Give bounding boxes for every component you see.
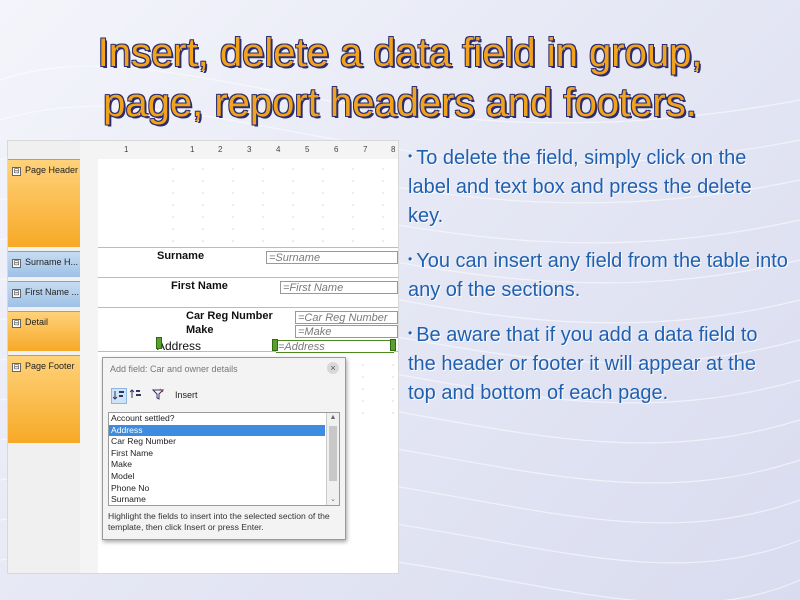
field-list[interactable]: Account settled? Address Car Reg Number … [108, 412, 340, 506]
scroll-thumb[interactable] [329, 426, 337, 481]
ruler-mark: 4 [276, 145, 281, 154]
list-item[interactable]: Surname [109, 494, 325, 505]
grid-dots [158, 163, 398, 243]
scroll-up-icon[interactable]: ▲ [327, 413, 339, 423]
carreg-textbox[interactable]: =Car Reg Number [295, 311, 398, 324]
list-item[interactable]: Account settled? [109, 413, 325, 425]
title-line-2: page, report headers and footers. [103, 81, 697, 125]
section-firstname-header[interactable]: ⊟ First Name ... [8, 281, 80, 307]
bullet-text: Be aware that if you add a data field to… [408, 324, 758, 404]
collapse-toggle-icon[interactable]: ⊟ [12, 319, 21, 328]
collapse-toggle-icon[interactable]: ⊟ [12, 289, 21, 298]
section-surname-header[interactable]: ⊟ Surname H... [8, 251, 80, 277]
surname-textbox[interactable]: =Surname [266, 251, 398, 264]
section-label: Page Header [25, 165, 79, 175]
resize-handle[interactable] [272, 339, 278, 351]
slide-title: Insert, delete a data field in group, pa… [0, 28, 800, 128]
ruler-mark: 2 [218, 145, 223, 154]
list-item-selected[interactable]: Address [109, 424, 325, 437]
bullet-item: • To delete the field, simply click on th… [408, 144, 788, 231]
band-divider [98, 277, 398, 278]
report-designer-screenshot: ⊟ Page Header ⊟ Surname H... ⊟ First Nam… [7, 140, 399, 574]
firstname-label[interactable]: First Name [171, 280, 228, 292]
ruler-mark: 7 [363, 145, 368, 154]
address-textbox[interactable]: =Address [276, 340, 394, 353]
resize-handle[interactable] [156, 337, 162, 349]
grid-dots [348, 359, 398, 419]
bullet-text: To delete the field, simply click on the… [408, 147, 752, 227]
list-item[interactable]: Model [109, 471, 325, 483]
section-label: Detail [25, 317, 49, 327]
firstname-textbox[interactable]: =First Name [280, 281, 398, 294]
resize-handle[interactable] [390, 339, 396, 351]
section-label: Surname H... [25, 257, 79, 267]
add-field-dialog: Add field: Car and owner details × Inser… [102, 357, 346, 540]
list-item[interactable]: Car Reg Number [109, 436, 325, 448]
section-label: First Name ... [25, 287, 80, 297]
band-divider [98, 307, 398, 308]
dialog-title: Add field: Car and owner details [110, 364, 238, 374]
collapse-toggle-icon[interactable]: ⊟ [12, 259, 21, 268]
section-detail[interactable]: ⊟ Detail [8, 311, 80, 351]
sort-ascending-icon[interactable] [111, 388, 127, 404]
surname-label[interactable]: Surname [157, 250, 204, 262]
ruler-mark: 5 [305, 145, 310, 154]
list-scrollbar[interactable]: ▲ ⌄ [326, 413, 339, 505]
bullet-item: • Be aware that if you add a data field t… [408, 321, 788, 408]
list-item[interactable]: Phone No [109, 483, 325, 495]
section-label: Page Footer [25, 361, 75, 371]
collapse-toggle-icon[interactable]: ⊟ [12, 167, 21, 176]
close-icon[interactable]: × [327, 362, 339, 374]
dialog-hint: Highlight the fields to insert into the … [108, 511, 330, 532]
bullet-item: • You can insert any field from the table… [408, 247, 788, 305]
sections-panel: ⊟ Page Header ⊟ Surname H... ⊟ First Nam… [8, 141, 80, 573]
make-label[interactable]: Make [186, 324, 214, 336]
make-textbox[interactable]: =Make [295, 325, 398, 338]
section-page-footer[interactable]: ⊟ Page Footer [8, 355, 80, 443]
bullet-dot-icon: • [408, 326, 413, 340]
horizontal-ruler: 1 1 2 3 4 5 6 7 8 [98, 141, 398, 160]
carreg-label[interactable]: Car Reg Number [186, 310, 273, 322]
band-divider [98, 247, 398, 248]
list-item[interactable]: Make [109, 459, 325, 471]
ruler-mark: 1 [124, 145, 129, 154]
bullet-dot-icon: • [408, 252, 413, 266]
address-label[interactable]: Address [157, 339, 201, 353]
sort-descending-icon[interactable] [129, 388, 143, 402]
ruler-mark: 1 [190, 145, 195, 154]
vertical-ruler [80, 141, 99, 573]
filter-icon[interactable] [151, 388, 165, 402]
chevron-down-icon[interactable]: ⌄ [327, 495, 339, 505]
insert-button[interactable]: Insert [175, 390, 198, 400]
ruler-mark: 6 [334, 145, 339, 154]
bullet-list: • To delete the field, simply click on th… [408, 144, 788, 424]
ruler-mark: 8 [391, 145, 396, 154]
bullet-dot-icon: • [408, 149, 413, 163]
collapse-toggle-icon[interactable]: ⊟ [12, 363, 21, 372]
title-line-1: Insert, delete a data field in group, [97, 31, 703, 75]
bullet-text: You can insert any field from the table … [408, 250, 788, 301]
ruler-mark: 3 [247, 145, 252, 154]
list-item[interactable]: First Name [109, 448, 325, 460]
section-page-header[interactable]: ⊟ Page Header [8, 159, 80, 247]
